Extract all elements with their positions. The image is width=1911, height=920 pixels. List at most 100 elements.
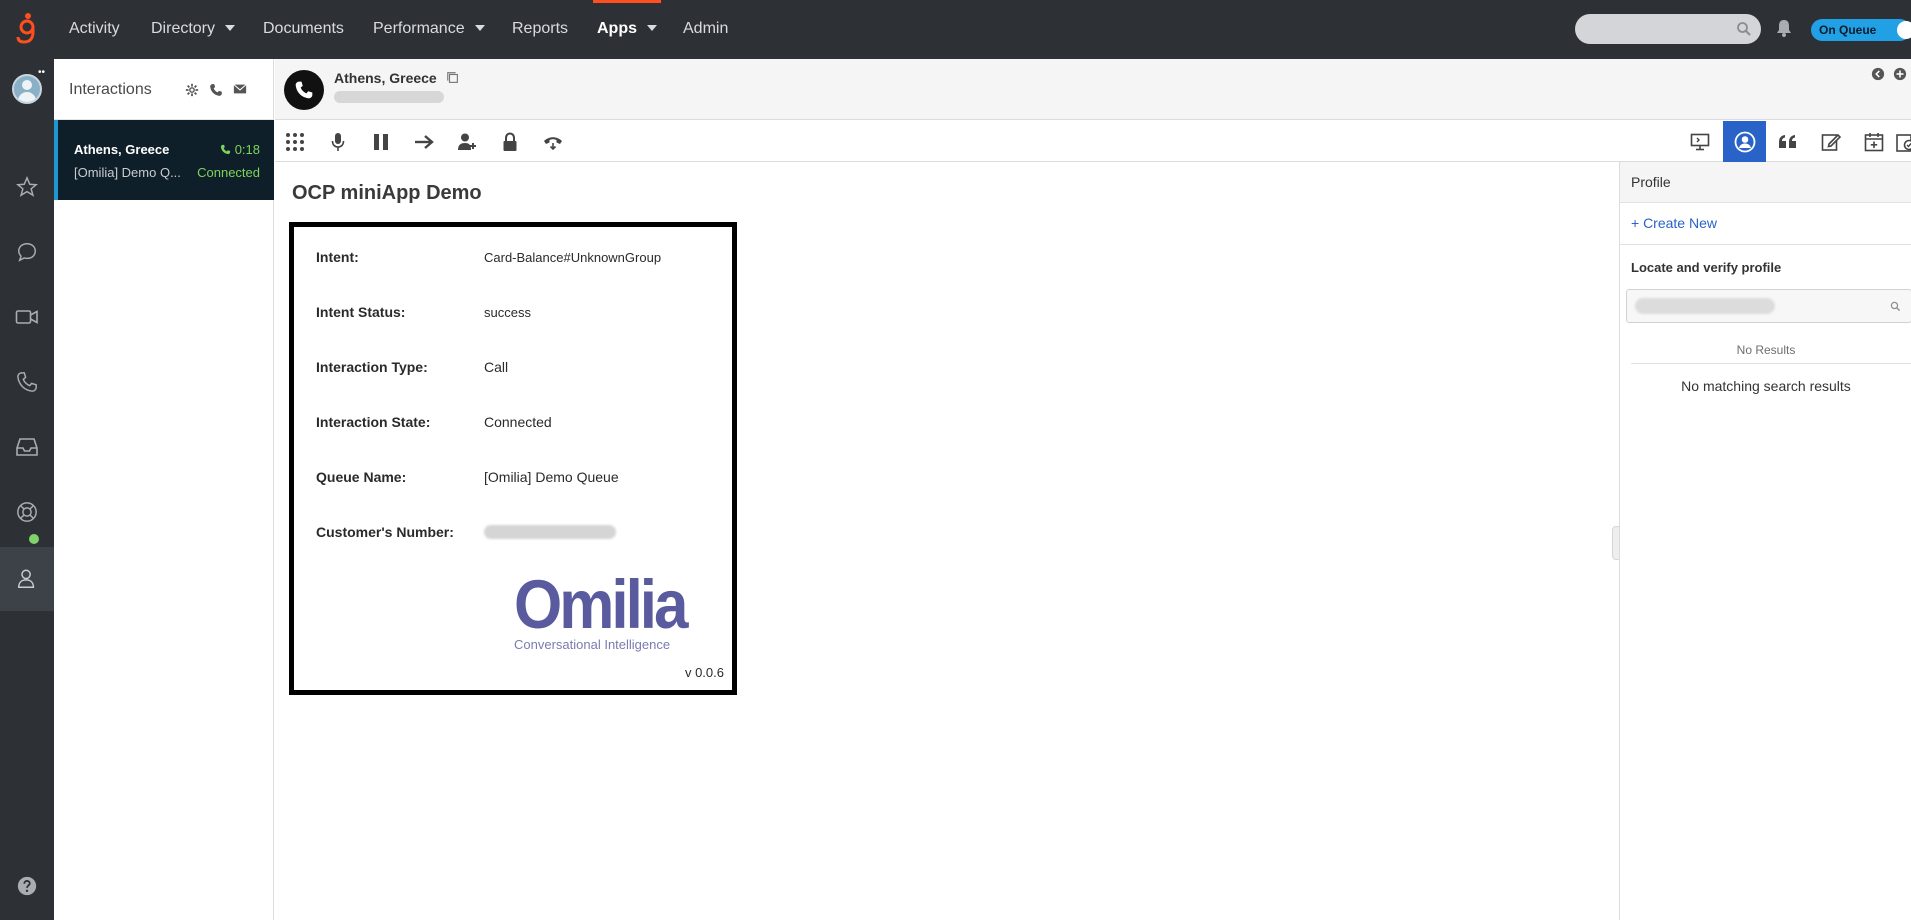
add-circle-icon[interactable] [1893,67,1907,81]
microphone-icon [331,132,345,152]
schedule-callback-button[interactable] [1854,121,1894,162]
no-matching-results-message: No matching search results [1681,378,1851,394]
interaction-type-label: Interaction Type: [316,359,428,375]
dialpad-grid-icon [285,132,305,152]
disconnect-button[interactable] [533,121,573,162]
help-button[interactable] [0,861,54,911]
interactions-panel: Interactions Athens, Greece 0:18 [Omilia… [54,59,274,920]
nav-label: Activity [69,20,120,37]
divider [1631,363,1911,364]
customer-number-label: Customer's Number: [316,524,454,540]
phone-button[interactable] [0,352,54,412]
interaction-state-label: Interaction State: [316,414,431,430]
search-icon [1736,21,1752,37]
script-button[interactable] [1680,121,1720,162]
arrow-right-icon [414,134,434,150]
secure-pause-button[interactable] [490,121,530,162]
nav-directory[interactable]: Directory [151,0,236,59]
nav-label: Reports [512,20,569,37]
ocp-info-box: Intent: Card-Balance#UnknownGroup Intent… [289,222,737,695]
profile-search-input[interactable] [1626,289,1911,323]
interaction-header: Athens, Greece [275,59,1911,120]
new-email-envelope-icon[interactable] [233,83,247,97]
collapse-left-icon[interactable] [1871,67,1885,81]
star-icon [16,176,38,198]
call-type-avatar [284,70,324,110]
intent-label: Intent: [316,249,359,265]
nav-label: Apps [597,20,637,37]
agent-status-button[interactable] [0,547,54,611]
nav-performance[interactable]: Performance [373,0,485,59]
interaction-type-value: Call [484,359,509,375]
nav-label: Performance [373,20,465,37]
search-icon [1890,301,1901,312]
no-results-label: No Results [1736,343,1796,357]
queue-name-label: Queue Name: [316,469,407,485]
card-timer-value: 0:18 [234,142,260,157]
transfer-button[interactable] [404,121,444,162]
nav-admin[interactable]: Admin [683,0,728,59]
interaction-card[interactable]: Athens, Greece 0:18 [Omilia] Demo Q... C… [54,120,274,200]
presence-indicator-icon: •• [38,67,46,78]
on-queue-toggle[interactable]: On Queue [1811,19,1911,41]
card-timer: 0:18 [220,142,260,157]
queue-name-value: [Omilia] Demo Queue [484,469,619,485]
inbox-tray-icon [15,437,39,457]
call-controls-toolbar [275,121,1911,162]
app-version: v 0.0.6 [684,665,724,680]
hang-up-icon [543,134,563,150]
mute-button[interactable] [318,121,358,162]
redacted-caller-number [334,91,444,103]
left-rail: •• [0,59,54,920]
app-content-area: OCP miniApp Demo Intent: Card-Balance#Un… [275,162,1618,920]
chat-bubble-icon [16,241,38,263]
clipboard-check-icon [1895,132,1911,152]
redacted-search-value [1635,298,1775,314]
support-button[interactable] [0,482,54,542]
on-queue-label: On Queue [1819,23,1877,37]
video-button[interactable] [0,287,54,347]
create-new-profile-link[interactable]: + Create New [1631,215,1717,231]
nav-label: Directory [151,20,216,37]
agent-person-icon [16,568,38,590]
profile-panel-button[interactable] [1723,121,1766,162]
edit-pencil-icon [1821,132,1841,152]
copy-icon[interactable] [446,71,460,85]
nav-label: Admin [683,20,729,37]
nav-activity[interactable]: Activity [69,0,120,59]
dialpad-button[interactable] [275,121,315,162]
card-state: Connected [197,165,260,180]
new-call-phone-icon[interactable] [209,83,223,97]
nav-reports[interactable]: Reports [512,0,568,59]
inbox-button[interactable] [0,417,54,477]
user-avatar-button[interactable]: •• [0,59,54,123]
nav-label: Documents [263,20,344,37]
interaction-state-value: Connected [484,414,552,430]
monitor-icon [1690,133,1710,151]
nav-apps[interactable]: Apps [593,0,661,59]
tasks-button[interactable] [1895,121,1911,162]
interaction-caller-name: Athens, Greece [334,70,437,86]
intent-status-label: Intent Status: [316,304,406,320]
customer-number-redacted [484,525,616,539]
response-library-button[interactable] [1768,121,1808,162]
phone-icon [16,371,38,393]
global-search-input[interactable] [1575,14,1761,44]
avatar [12,74,42,104]
chat-button[interactable] [0,222,54,282]
top-navigation-bar: Activity Directory Documents Performance Rep… [0,0,1911,59]
genesys-logo-icon[interactable] [14,12,40,46]
profile-panel-header: Profile [1620,162,1911,203]
nav-documents[interactable]: Documents [263,0,344,59]
active-status-badge [29,534,39,544]
settings-gear-icon[interactable] [185,83,199,97]
wrap-up-notes-button[interactable] [1811,121,1851,162]
intent-value: Card-Balance#UnknownGroup [484,250,662,265]
add-participant-button[interactable] [447,121,487,162]
hold-button[interactable] [361,121,401,162]
profile-panel: Profile + Create New Locate and verify p… [1619,162,1911,920]
quote-icon [1778,134,1798,150]
favorites-button[interactable] [0,157,54,217]
omilia-logo-word: Omilia [514,567,689,644]
notifications-bell-icon[interactable] [1776,19,1792,37]
